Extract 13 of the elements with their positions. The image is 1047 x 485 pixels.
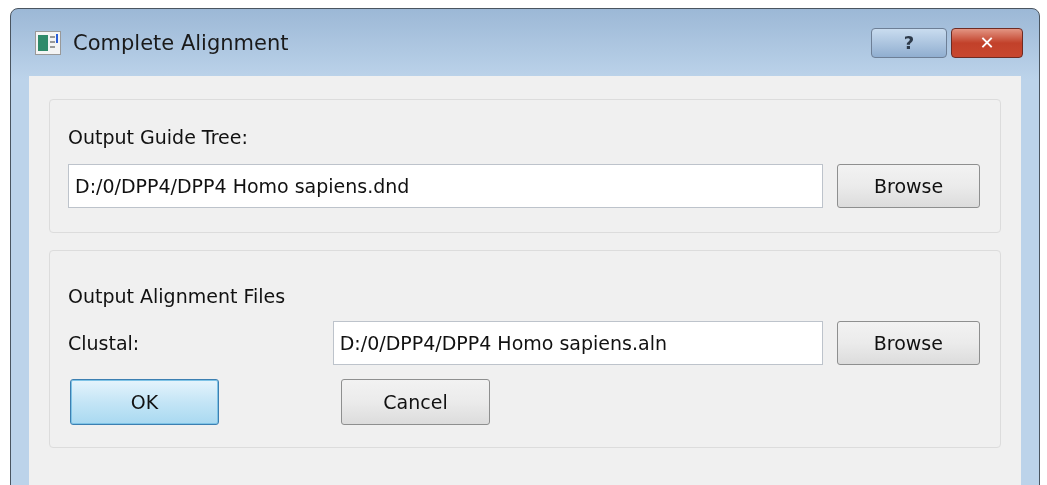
group-label: Output Guide Tree:: [68, 126, 249, 148]
clustal-path-field[interactable]: D:/0/DPP4/DPP4 Homo sapiens.aln: [332, 321, 823, 365]
close-button[interactable]: ✕: [951, 27, 1023, 58]
ok-button[interactable]: OK: [70, 379, 219, 425]
app-icon: [35, 30, 61, 55]
help-button[interactable]: ?: [871, 27, 947, 58]
field-label: Clustal:: [68, 332, 141, 354]
cancel-button[interactable]: Cancel: [341, 379, 490, 425]
window-title: Complete Alignment: [73, 30, 289, 55]
guide-tree-path-field[interactable]: D:/0/DPP4/DPP4 Homo sapiens.dnd: [68, 164, 824, 208]
browse-button[interactable]: Browse: [836, 321, 980, 365]
group-label: Output Alignment Files: [68, 285, 287, 307]
browse-button[interactable]: Browse: [837, 164, 980, 208]
